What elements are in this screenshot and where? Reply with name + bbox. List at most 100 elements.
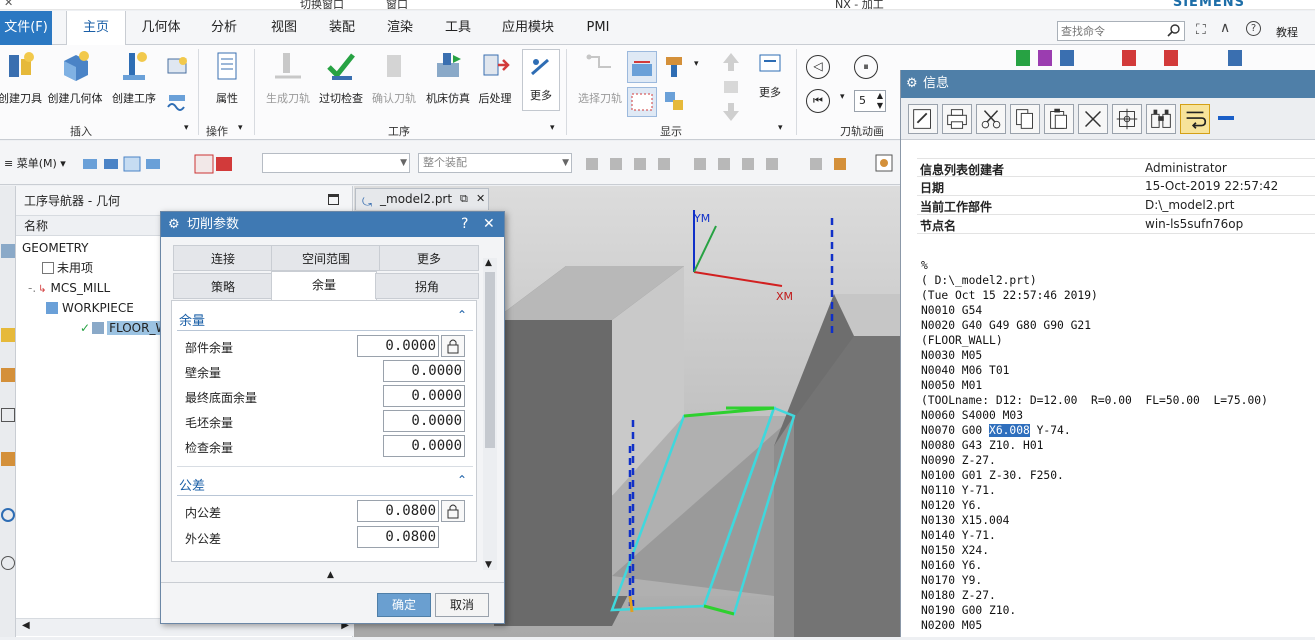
lock-icon[interactable] xyxy=(441,500,465,522)
save-as-icon[interactable] xyxy=(908,104,938,134)
search-icon[interactable] xyxy=(1167,23,1181,37)
tab-render[interactable]: 渲染 xyxy=(374,11,426,45)
tab-geometry[interactable]: 几何体 xyxy=(132,11,190,45)
collapse-section-icon[interactable]: ⌃ xyxy=(457,473,467,487)
scrollbar-thumb[interactable] xyxy=(485,272,495,448)
tab-more[interactable]: 更多 xyxy=(379,245,479,271)
tab-connect[interactable]: 连接 xyxy=(173,245,273,271)
info-title-bar[interactable]: ⚙ 信息 xyxy=(901,70,1315,98)
collapse-ribbon-icon[interactable]: ∧ xyxy=(1220,20,1230,36)
check-stock-input[interactable]: 0.0000 xyxy=(383,435,465,457)
binoculars-icon[interactable] xyxy=(1146,104,1176,134)
create-operation-button[interactable]: 创建工序 xyxy=(106,49,162,106)
display-toolpath-toggle[interactable] xyxy=(627,51,657,83)
type-filter-combo[interactable]: ▼ xyxy=(262,153,410,173)
verify-toolpath-button[interactable]: 确认刀轨 xyxy=(368,49,420,106)
collapse-section-icon[interactable]: ⌃ xyxy=(457,308,467,322)
create-method-icon[interactable] xyxy=(166,55,190,79)
machine-navigator-icon[interactable] xyxy=(1,452,15,466)
more-operation-button[interactable]: 更多 xyxy=(522,49,560,111)
delete-icon[interactable] xyxy=(1078,104,1108,134)
procedure-group-dropdown[interactable]: ▾ xyxy=(550,123,555,133)
tutorial-link[interactable]: 教程 xyxy=(1276,24,1298,40)
find-target-icon[interactable] xyxy=(1112,104,1142,134)
tab-model2-prt[interactable]: ⤿ _model2.prt ⧉ ✕ xyxy=(355,188,489,210)
close-x-icon[interactable]: ✕ xyxy=(4,0,13,9)
tab-application[interactable]: 应用模块 xyxy=(492,11,564,45)
display-dropdown[interactable]: ▾ xyxy=(694,59,699,69)
post-process-button[interactable]: 后处理 xyxy=(474,49,516,106)
print-icon[interactable] xyxy=(942,104,972,134)
tree-item-workpiece[interactable]: WORKPIECE xyxy=(46,298,134,318)
tab-corners[interactable]: 拐角 xyxy=(375,273,479,299)
create-geometry-button[interactable]: 创建几何体 xyxy=(46,49,104,106)
close-icon[interactable]: ✕ xyxy=(483,212,495,237)
attribute-button[interactable]: 属性 xyxy=(204,49,250,106)
tree-item-mcs-mill[interactable]: -. ↳ MCS_MILL xyxy=(28,278,110,298)
tab-home[interactable]: 主页 xyxy=(66,11,126,45)
display-group-dropdown[interactable]: ▾ xyxy=(778,123,783,133)
vertical-scrollbar[interactable]: ▲ ▼ xyxy=(483,258,497,570)
part-stock-input[interactable]: 0.0000 xyxy=(357,335,439,357)
tab-assembly[interactable]: 装配 xyxy=(316,11,368,45)
tab-tools[interactable]: 工具 xyxy=(432,11,484,45)
tab-containment[interactable]: 空间范围 xyxy=(271,245,381,271)
collapse-arrow-icon[interactable]: ▲ xyxy=(327,570,334,580)
gouge-check-button[interactable]: 过切检查 xyxy=(316,49,366,106)
display-blank-toggle[interactable] xyxy=(627,87,657,117)
close-tab-icon[interactable]: ✕ xyxy=(476,189,485,209)
navigator-view-icons[interactable] xyxy=(82,155,162,173)
menu-button[interactable]: ≡ 菜单(M) ▾ xyxy=(4,155,66,171)
nc-code-listing[interactable]: % ( D:\_model2.prt) (Tue Oct 15 22:57:46 2… xyxy=(921,258,1268,633)
speed-spinner[interactable]: 5 ▲ ▼ xyxy=(854,90,886,112)
cut-icon[interactable] xyxy=(976,104,1006,134)
word-wrap-icon[interactable] xyxy=(1180,104,1210,134)
tool-display-icon[interactable] xyxy=(662,55,686,79)
pause-icon[interactable]: ⏸ xyxy=(854,55,878,79)
dialog-title-bar[interactable]: ⚙ 切削参数 ? ✕ xyxy=(161,212,504,237)
create-tool-button[interactable]: 创建刀具 xyxy=(0,49,46,106)
reuse-library-icon[interactable] xyxy=(1,408,15,422)
ok-button[interactable]: 确定 xyxy=(377,593,431,617)
history-icon[interactable] xyxy=(1,556,15,570)
navigator-icon[interactable] xyxy=(1,244,15,258)
file-menu[interactable]: 文件(F) xyxy=(0,11,52,45)
tree-item-unused[interactable]: 未用项 xyxy=(30,258,93,278)
tolerance-section-header[interactable]: 公差 xyxy=(179,475,205,494)
display-arrows-icon[interactable] xyxy=(720,51,742,123)
intol-input[interactable]: 0.0800 xyxy=(357,500,439,522)
blank-stock-input[interactable]: 0.0000 xyxy=(383,410,465,432)
assembly-navigator-icon[interactable] xyxy=(1,368,15,382)
tab-stock[interactable]: 余量 xyxy=(271,271,377,301)
switch-window-label[interactable]: 切换窗口 xyxy=(300,0,344,9)
undock-icon[interactable]: ⧉ xyxy=(460,189,468,209)
maximize-icon[interactable] xyxy=(328,194,339,205)
play-backward-icon[interactable]: ◁ xyxy=(806,55,830,79)
help-icon[interactable]: ? xyxy=(1246,21,1261,36)
minimize-icon[interactable] xyxy=(1218,116,1234,120)
insert-group-dropdown[interactable]: ▾ xyxy=(184,123,189,133)
help-icon[interactable]: ? xyxy=(461,212,468,237)
tab-pmi[interactable]: PMI xyxy=(572,11,624,45)
final-floor-stock-input[interactable]: 0.0000 xyxy=(383,385,465,407)
generate-toolpath-button[interactable]: 生成刀轨 xyxy=(260,49,316,106)
machine-simulation-button[interactable]: 机床仿真 xyxy=(422,49,474,106)
create-program-icon[interactable] xyxy=(166,89,190,113)
fullscreen-icon[interactable]: ⛶ xyxy=(1196,22,1206,38)
web-browser-icon[interactable] xyxy=(1,508,15,522)
tab-strategy[interactable]: 策略 xyxy=(173,273,273,299)
lock-icon[interactable] xyxy=(441,335,465,357)
command-search-box[interactable] xyxy=(1057,21,1185,41)
display-options-icon[interactable] xyxy=(662,89,686,113)
window-menu-label[interactable]: 窗口 xyxy=(386,0,408,9)
tree-item-geometry[interactable]: GEOMETRY xyxy=(22,238,89,258)
filter-icons[interactable] xyxy=(194,153,236,175)
more-display-button[interactable]: 更多 xyxy=(750,49,790,100)
assembly-scope-combo[interactable]: 整个装配 ▼ xyxy=(418,153,572,173)
snap-icons[interactable] xyxy=(584,153,854,175)
tab-analysis[interactable]: 分析 xyxy=(198,11,250,45)
copy-icon[interactable] xyxy=(1010,104,1040,134)
layout-icon[interactable] xyxy=(874,153,894,173)
outtol-input[interactable]: 0.0800 xyxy=(357,526,439,548)
paste-icon[interactable] xyxy=(1044,104,1074,134)
